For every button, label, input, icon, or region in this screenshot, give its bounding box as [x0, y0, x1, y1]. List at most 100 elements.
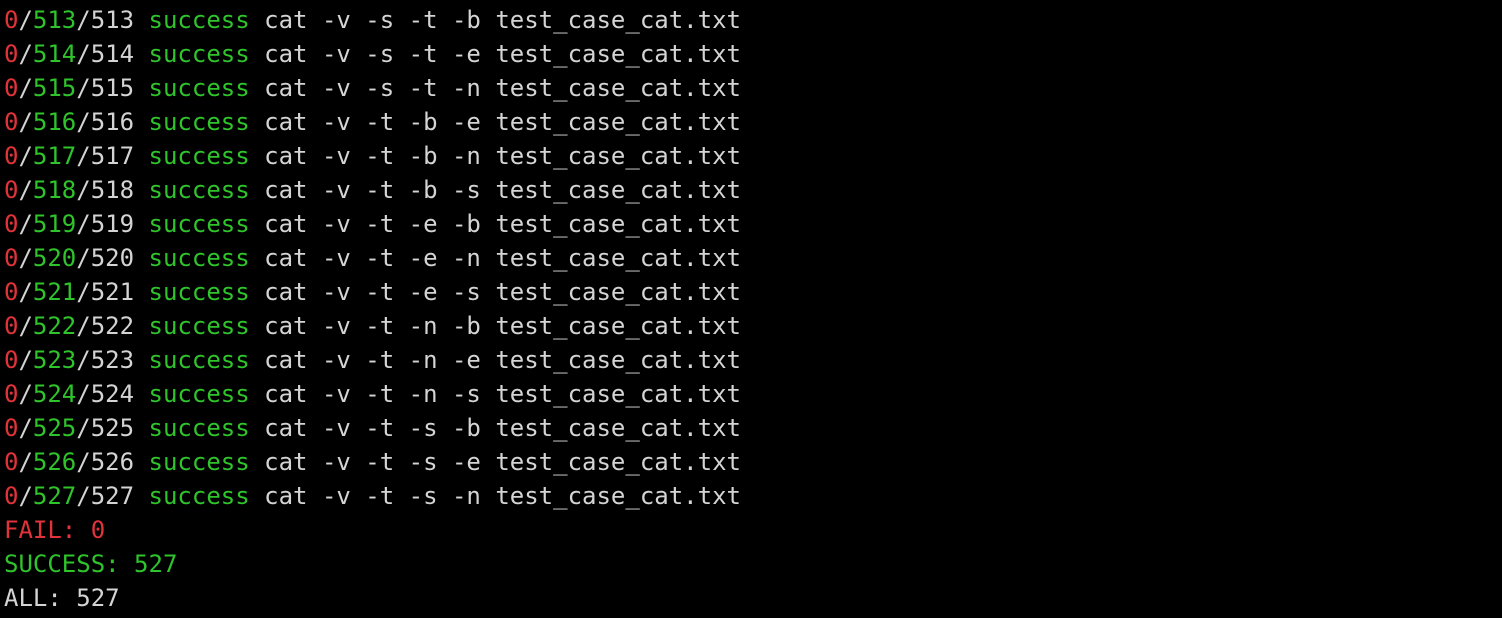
total-count: 527: [90, 482, 135, 510]
status-text: success: [148, 108, 250, 136]
status-text: success: [148, 312, 250, 340]
command-text: cat -v -t -e -b test_case_cat.txt: [264, 210, 741, 238]
current-count: 522: [32, 312, 77, 340]
current-count: 517: [32, 142, 77, 170]
success-summary: SUCCESS: 527: [4, 550, 178, 578]
status-text: success: [148, 482, 250, 510]
separator: /: [76, 414, 91, 442]
separator: /: [18, 244, 33, 272]
log-line: 0/522/522 success cat -v -t -n -b test_c…: [4, 309, 1502, 343]
log-line: 0/525/525 success cat -v -t -s -b test_c…: [4, 411, 1502, 445]
fail-count: 0: [4, 142, 19, 170]
log-line: 0/518/518 success cat -v -t -b -s test_c…: [4, 173, 1502, 207]
total-count: 521: [90, 278, 135, 306]
separator: /: [76, 244, 91, 272]
separator: /: [18, 108, 33, 136]
total-count: 524: [90, 380, 135, 408]
command-text: cat -v -s -t -b test_case_cat.txt: [264, 6, 741, 34]
fail-count: 0: [4, 482, 19, 510]
command-text: cat -v -t -b -n test_case_cat.txt: [264, 142, 741, 170]
log-line: 0/515/515 success cat -v -s -t -n test_c…: [4, 71, 1502, 105]
all-summary: ALL: 527: [4, 584, 120, 612]
separator: /: [76, 142, 91, 170]
command-text: cat -v -t -s -e test_case_cat.txt: [264, 448, 741, 476]
command-text: cat -v -t -n -e test_case_cat.txt: [264, 346, 741, 374]
status-text: success: [148, 40, 250, 68]
command-text: cat -v -t -n -b test_case_cat.txt: [264, 312, 741, 340]
status-text: success: [148, 448, 250, 476]
command-text: cat -v -t -b -e test_case_cat.txt: [264, 108, 741, 136]
current-count: 515: [32, 74, 77, 102]
separator: /: [76, 176, 91, 204]
command-text: cat -v -t -s -n test_case_cat.txt: [264, 482, 741, 510]
fail-count: 0: [4, 414, 19, 442]
status-text: success: [148, 380, 250, 408]
command-text: cat -v -s -t -n test_case_cat.txt: [264, 74, 741, 102]
separator: /: [18, 414, 33, 442]
separator: /: [76, 312, 91, 340]
fail-count: 0: [4, 108, 19, 136]
status-text: success: [148, 176, 250, 204]
current-count: 516: [32, 108, 77, 136]
total-count: 513: [90, 6, 135, 34]
total-count: 514: [90, 40, 135, 68]
test-log: 0/513/513 success cat -v -s -t -b test_c…: [4, 3, 1502, 513]
separator: /: [76, 108, 91, 136]
separator: /: [76, 482, 91, 510]
terminal-output[interactable]: 0/513/513 success cat -v -s -t -b test_c…: [0, 0, 1502, 618]
separator: /: [76, 448, 91, 476]
separator: /: [18, 448, 33, 476]
current-count: 519: [32, 210, 77, 238]
separator: /: [18, 380, 33, 408]
command-text: cat -v -t -e -s test_case_cat.txt: [264, 278, 741, 306]
fail-count: 0: [4, 244, 19, 272]
fail-count: 0: [4, 210, 19, 238]
fail-count: 0: [4, 312, 19, 340]
current-count: 524: [32, 380, 77, 408]
log-line: 0/513/513 success cat -v -s -t -b test_c…: [4, 3, 1502, 37]
total-count: 519: [90, 210, 135, 238]
total-count: 523: [90, 346, 135, 374]
total-count: 522: [90, 312, 135, 340]
separator: /: [18, 6, 33, 34]
separator: /: [76, 278, 91, 306]
separator: /: [18, 40, 33, 68]
command-text: cat -v -t -b -s test_case_cat.txt: [264, 176, 741, 204]
log-line: 0/516/516 success cat -v -t -b -e test_c…: [4, 105, 1502, 139]
separator: /: [76, 74, 91, 102]
current-count: 514: [32, 40, 77, 68]
log-line: 0/521/521 success cat -v -t -e -s test_c…: [4, 275, 1502, 309]
status-text: success: [148, 278, 250, 306]
fail-count: 0: [4, 346, 19, 374]
log-line: 0/517/517 success cat -v -t -b -n test_c…: [4, 139, 1502, 173]
log-line: 0/526/526 success cat -v -t -s -e test_c…: [4, 445, 1502, 479]
fail-count: 0: [4, 448, 19, 476]
separator: /: [18, 346, 33, 374]
total-count: 516: [90, 108, 135, 136]
separator: /: [76, 40, 91, 68]
status-text: success: [148, 346, 250, 374]
total-count: 518: [90, 176, 135, 204]
